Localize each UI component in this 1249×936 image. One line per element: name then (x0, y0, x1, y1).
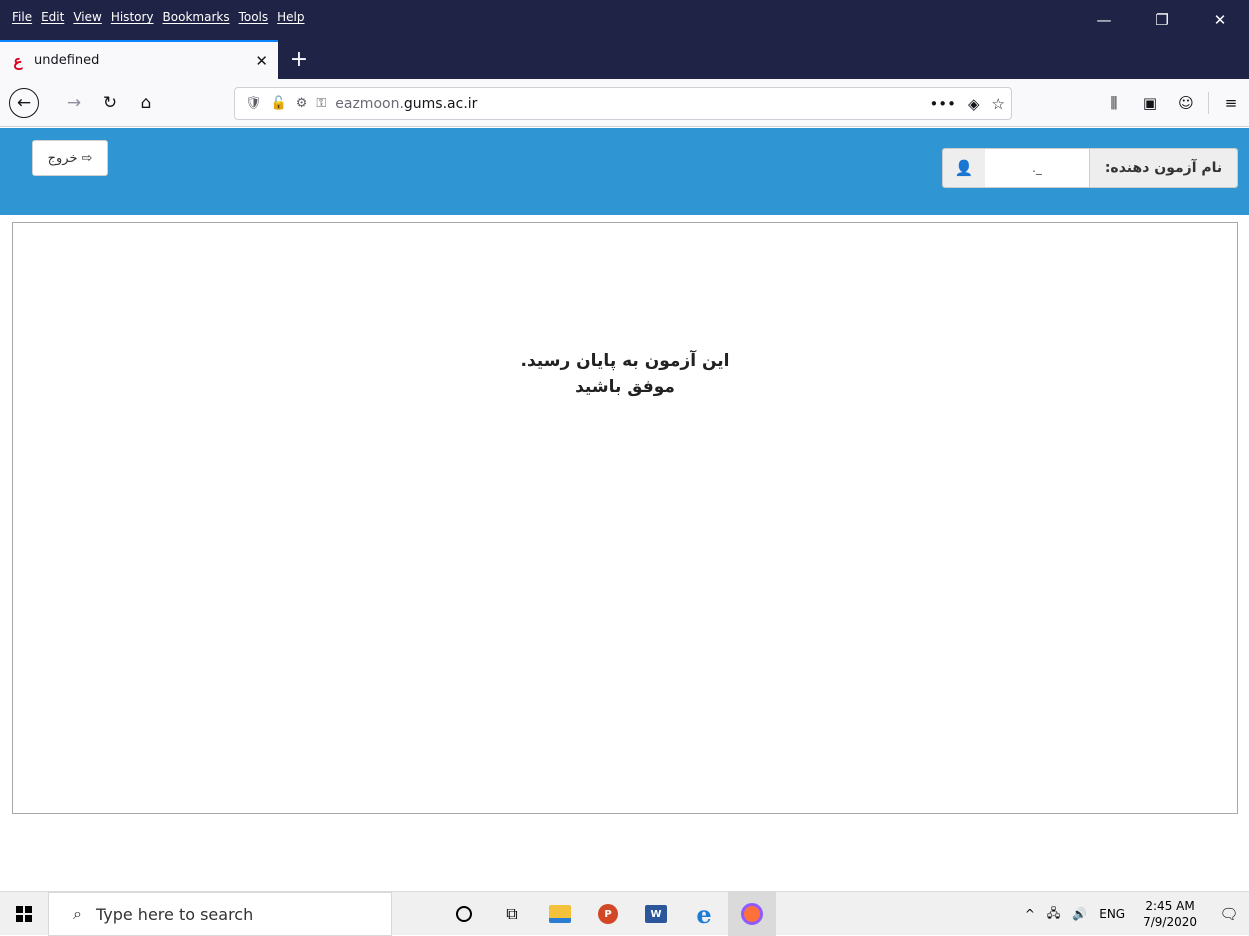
message-line-2: موفق باشید (575, 377, 675, 397)
forward-button[interactable]: → (58, 87, 90, 119)
toolbar-right: ⫼ ▣ ☺ ≡ (1096, 87, 1249, 119)
tab-strip: ع undefined ✕ + (0, 40, 1249, 79)
minimize-button[interactable]: — (1075, 0, 1133, 40)
close-window-button[interactable]: ✕ (1191, 0, 1249, 40)
system-tray: ^ 🖧 🔊 ENG 2:45 AM 7/9/2020 🗨 (1019, 892, 1249, 936)
bookmark-star-icon[interactable]: ☆ (992, 95, 1005, 113)
internet-explorer-icon[interactable]: e (680, 892, 728, 936)
url-actions: ••• ◈ ☆ (917, 88, 1005, 119)
new-tab-button[interactable]: + (284, 40, 314, 79)
sign-out-icon: ⇨ (81, 150, 93, 166)
tray-chevron-icon[interactable]: ^ (1025, 907, 1035, 921)
clock[interactable]: 2:45 AM 7/9/2020 (1143, 898, 1197, 930)
tab-close-icon[interactable]: ✕ (255, 52, 268, 70)
exit-label: خروج (47, 150, 78, 166)
taskbar-search[interactable]: ⌕ Type here to search (48, 892, 392, 936)
volume-icon[interactable]: 🔊 (1072, 907, 1087, 921)
word-icon[interactable]: W (632, 892, 680, 936)
file-explorer-icon[interactable] (536, 892, 584, 936)
tab-title: undefined (34, 53, 100, 68)
powerpoint-icon[interactable]: P (584, 892, 632, 936)
permissions-icon[interactable]: ⚙ (296, 96, 308, 111)
url-host-prefix: eazmoon. (335, 95, 404, 112)
user-icon: 👤 (943, 149, 985, 187)
reload-button[interactable]: ↻ (94, 87, 126, 119)
menu-help[interactable]: Help (277, 10, 304, 24)
back-button[interactable]: ← (9, 88, 39, 118)
menu-bookmarks[interactable]: Bookmarks (163, 10, 230, 24)
exit-button[interactable]: ⇨ خروج (32, 140, 108, 176)
message-line-1: این آزمون به پایان رسید. (520, 351, 730, 371)
clock-time: 2:45 AM (1145, 899, 1195, 913)
notification-icon[interactable]: 🗨 (1209, 905, 1249, 923)
pocket-icon[interactable]: ◈ (968, 95, 980, 113)
menu-view[interactable]: View (73, 10, 101, 24)
shield-icon[interactable]: 🛡 (245, 96, 262, 111)
tab-undefined[interactable]: ع undefined ✕ (0, 40, 278, 79)
url-bar[interactable]: 🛡 🔓 ⚙ ⚿ eazmoon. gums.ac.ir ••• ◈ ☆ (234, 87, 1012, 120)
examinee-name-group: 👤 ._ نام آزمون دهنده: (942, 148, 1238, 188)
search-placeholder: Type here to search (95, 904, 254, 924)
page-actions-more-icon[interactable]: ••• (929, 95, 956, 113)
url-domain: gums.ac.ir (403, 95, 478, 112)
examinee-name-value: ._ (985, 149, 1089, 187)
hamburger-menu-icon[interactable]: ≡ (1213, 94, 1249, 112)
navigation-toolbar: ← → ↻ ⌂ 🛡 🔓 ⚙ ⚿ eazmoon. gums.ac.ir ••• ◈… (0, 79, 1249, 127)
library-icon[interactable]: ⫼ (1096, 94, 1132, 112)
start-button[interactable] (0, 892, 48, 936)
window-controls: — ❐ ✕ (1075, 0, 1249, 40)
menu-file[interactable]: File (12, 10, 32, 24)
cortana-icon[interactable] (440, 892, 488, 936)
content-panel: این آزمون به پایان رسید. موفق باشید (12, 222, 1238, 814)
taskbar-apps: ⧉ P W e (440, 892, 776, 936)
menu-edit[interactable]: Edit (41, 10, 64, 24)
restore-button[interactable]: ❐ (1133, 0, 1191, 40)
windows-logo-icon (16, 906, 32, 922)
exam-finished-message: این آزمون به پایان رسید. موفق باشید (13, 348, 1237, 400)
firefox-icon[interactable] (728, 892, 776, 936)
search-icon: ⌕ (73, 904, 82, 923)
toolbar-separator (1208, 92, 1209, 114)
menu-history[interactable]: History (111, 10, 154, 24)
taskbar: ⌕ Type here to search ⧉ P W e ^ 🖧 🔊 ENG (0, 891, 1249, 936)
task-view-icon[interactable]: ⧉ (488, 892, 536, 936)
sidebar-icon[interactable]: ▣ (1132, 94, 1168, 112)
page-header: ⇨ خروج 👤 ._ نام آزمون دهنده: (0, 128, 1249, 215)
network-icon[interactable]: 🖧 (1047, 904, 1060, 925)
home-button[interactable]: ⌂ (130, 87, 162, 119)
language-indicator[interactable]: ENG (1099, 907, 1125, 921)
clock-date: 7/9/2020 (1143, 915, 1197, 929)
key-icon[interactable]: ⚿ (316, 96, 326, 111)
menu-items: File Edit View History Bookmarks Tools H… (0, 0, 314, 34)
menu-tools[interactable]: Tools (239, 10, 269, 24)
account-icon[interactable]: ☺ (1168, 94, 1204, 112)
examinee-name-label: نام آزمون دهنده: (1089, 149, 1237, 187)
site-favicon-icon: ع (13, 51, 23, 70)
menu-bar: File Edit View History Bookmarks Tools H… (0, 0, 1249, 40)
insecure-connection-icon[interactable]: 🔓 (271, 96, 287, 111)
